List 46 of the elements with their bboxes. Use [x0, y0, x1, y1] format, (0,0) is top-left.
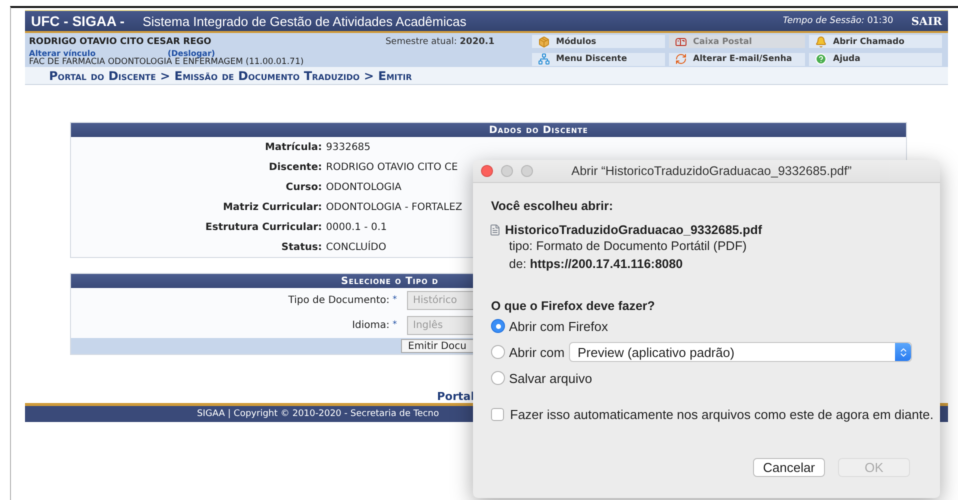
app-select[interactable]: Preview (aplicativo padrão) [568, 342, 912, 362]
copyright-text: SIGAA | Copyright © 2010-2020 - Secretaria de Tecno [197, 409, 440, 419]
logo: UFC - SIGAA - [31, 13, 125, 29]
card-title: Selecione o Tipo d [341, 276, 438, 286]
field-label: Discente: [268, 162, 322, 172]
logout-link[interactable]: (Deslogar) [168, 49, 216, 58]
field-label: Tipo de Documento: [288, 295, 390, 306]
session-time: Tempo de Sessão: 01:30 [782, 16, 894, 26]
field-value: ODONTOLOGIA [326, 182, 402, 192]
field-label: Status: [280, 242, 322, 252]
menu-item[interactable]: Menu Discente [532, 52, 665, 66]
field-value: CONCLUÍDO [326, 242, 386, 252]
field-value: 0000.1 - 0.1 [326, 222, 387, 232]
dialog-button[interactable]: Cancelar [753, 458, 825, 477]
intro-text: Você escolheu abrir: [491, 199, 614, 213]
file-source: de: https://200.17.41.116:8080 [509, 256, 684, 273]
menu-item[interactable]: Módulos [532, 35, 665, 48]
field-value: 9332685 [326, 142, 371, 152]
logout-link[interactable]: SAIR [911, 14, 942, 28]
card-title: Dados do Discente [489, 124, 588, 136]
menu-item[interactable]: Alterar E-mail/Senha [669, 52, 805, 66]
option-label[interactable]: Salvar arquivo [509, 370, 592, 386]
menu-item[interactable]: Ajuda [809, 52, 942, 66]
required-mark: * [392, 320, 397, 330]
semester-label: Semestre atual: 2020.1 [385, 36, 496, 49]
file-type: tipo: Formato de Documento Portátil (PDF) [509, 238, 748, 255]
option-label[interactable]: Abrir com Firefox [509, 318, 608, 334]
option-label[interactable]: Abrir com [509, 344, 565, 360]
dialog-title: Abrir “HistoricoTraduzidoGraduacao_9332685.pdf” [570, 164, 853, 178]
user-name: RODRIGO OTAVIO CITO CESAR REGO [29, 36, 212, 49]
field-label: Idioma: [352, 320, 390, 331]
checkbox-label[interactable]: Fazer isso automaticamente nos arquivos como este de agora em diante. [510, 407, 934, 422]
system-name: Sistema Integrado de Gestão de Atividades Acadêmicas [142, 14, 468, 28]
file-name: HistoricoTraduzidoGraduacao_9332685.pdf [505, 223, 762, 237]
field-value: ODONTOLOGIA - FORTALEZ [326, 202, 462, 212]
change-link[interactable]: Alterar vínculo [29, 49, 96, 58]
required-mark: * [392, 295, 397, 305]
unit-name: FAC DE FARMACIA ODONTOLOGIA E ENFERMAGEM (11.00.01.71) [29, 58, 305, 67]
field-value: RODRIGO OTAVIO CITO CE [326, 162, 458, 172]
field-label: Estrutura Curricular: [204, 222, 322, 232]
menu-item[interactable]: Abrir Chamado [809, 35, 942, 48]
portal-link[interactable]: Portal [437, 390, 474, 403]
field-label: Matrícula: [264, 142, 322, 152]
breadcrumb: Portal do Discente > Emissão de Documento Traduzido > Emitir [49, 68, 412, 82]
field-label: Matriz Curricular: [222, 202, 322, 212]
field-label: Curso: [284, 182, 322, 192]
